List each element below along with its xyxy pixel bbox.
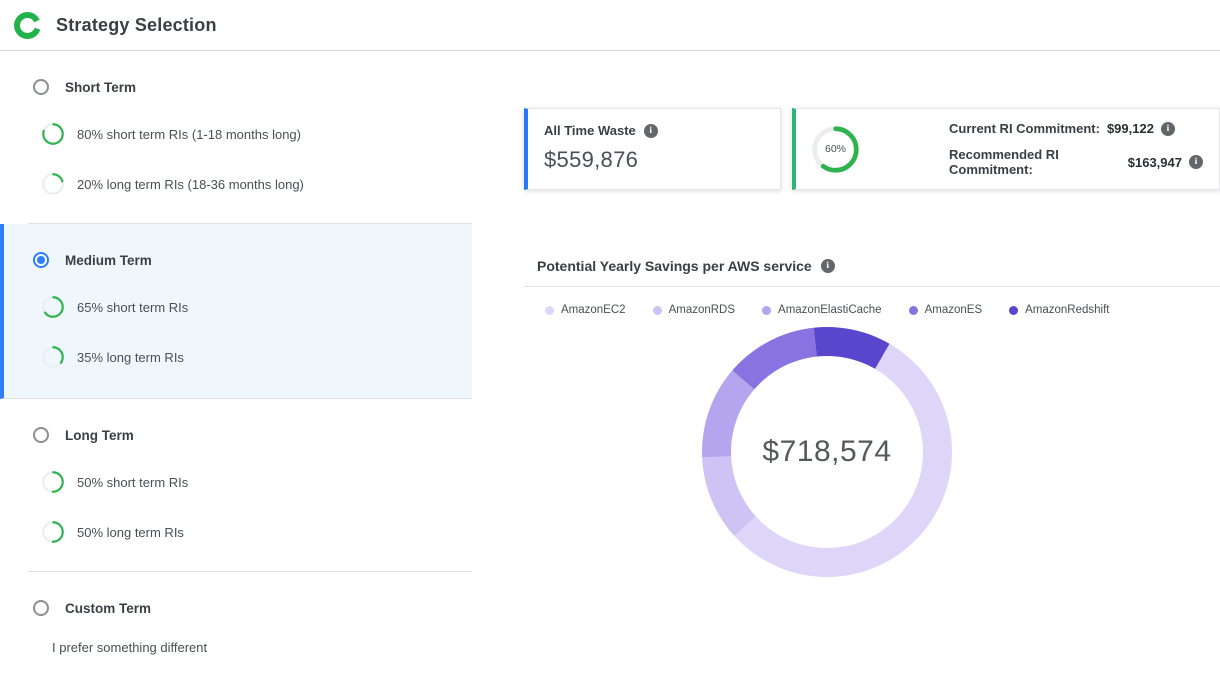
strategy-medium-term: Medium Term 65% short term RIs 35% long …	[0, 224, 472, 399]
info-icon[interactable]: i	[1161, 122, 1175, 136]
donut-center: $718,574	[731, 356, 923, 548]
strategy-short-term-option[interactable]: Short Term	[0, 79, 472, 95]
donut-total-value: $718,574	[762, 435, 891, 469]
strategy-custom-term: Custom Term I prefer something different	[0, 600, 472, 655]
progress-ring-icon	[42, 471, 64, 493]
divider	[524, 286, 1220, 287]
savings-donut-chart[interactable]: $718,574	[702, 327, 952, 577]
recommended-commitment-value: $163,947	[1128, 155, 1182, 170]
info-icon[interactable]: i	[821, 259, 835, 273]
legend-label: AmazonES	[925, 304, 983, 316]
commitment-progress-ring: 60%	[812, 126, 859, 173]
all-time-waste-card: All Time Waste i $559,876	[524, 108, 781, 190]
divider	[28, 571, 472, 572]
legend-dot	[762, 306, 771, 315]
strategy-sub-option: 35% long term RIs	[4, 346, 472, 368]
legend-dot	[545, 306, 554, 315]
legend-label: AmazonElastiCache	[778, 304, 882, 316]
legend-item-amazones[interactable]: AmazonES	[909, 304, 983, 316]
radio-long-term[interactable]	[33, 427, 49, 443]
strategy-short-term: Short Term 80% short term RIs (1-18 mont…	[0, 79, 472, 224]
radio-custom-term[interactable]	[33, 600, 49, 616]
info-icon[interactable]: i	[644, 124, 658, 138]
ring-percentage-label: 60%	[812, 126, 859, 173]
legend-item-amazonredshift[interactable]: AmazonRedshift	[1009, 304, 1109, 316]
strategy-long-term: Long Term 50% short term RIs 50% long te…	[0, 427, 472, 572]
custom-term-description: I prefer something different	[0, 640, 472, 655]
legend-item-amazonelasticache[interactable]: AmazonElastiCache	[762, 304, 882, 316]
waste-card-value: $559,876	[544, 147, 764, 173]
legend-dot	[909, 306, 918, 315]
strategy-custom-term-option[interactable]: Custom Term	[0, 600, 472, 616]
strategy-sub-option: 20% long term RIs (18-36 months long)	[0, 173, 472, 195]
recommended-commitment-label: Recommended RI Commitment:	[949, 147, 1121, 177]
legend-item-amazonec2[interactable]: AmazonEC2	[545, 304, 626, 316]
strategy-sub-option: 50% long term RIs	[0, 521, 472, 543]
waste-card-title: All Time Waste	[544, 123, 636, 138]
chart-legend: AmazonEC2 AmazonRDS AmazonElastiCache Am…	[524, 304, 1220, 316]
strategy-sub-option: 50% short term RIs	[0, 471, 472, 493]
legend-item-amazonrds[interactable]: AmazonRDS	[653, 304, 735, 316]
strategy-sub-option: 80% short term RIs (1-18 months long)	[0, 123, 472, 145]
page-title: Strategy Selection	[56, 15, 217, 36]
progress-ring-icon	[42, 296, 64, 318]
current-commitment-value: $99,122	[1107, 121, 1154, 136]
strategy-label: Custom Term	[65, 601, 151, 616]
legend-dot	[1009, 306, 1018, 315]
sub-option-label: 65% short term RIs	[77, 300, 188, 315]
progress-ring-icon	[42, 173, 64, 195]
legend-label: AmazonRedshift	[1025, 304, 1109, 316]
strategy-sub-option: 65% short term RIs	[4, 296, 472, 318]
progress-ring-icon	[42, 123, 64, 145]
sub-option-label: 35% long term RIs	[77, 350, 184, 365]
strategy-label: Medium Term	[65, 253, 152, 268]
sub-option-label: 50% long term RIs	[77, 525, 184, 540]
info-icon[interactable]: i	[1189, 155, 1203, 169]
radio-short-term[interactable]	[33, 79, 49, 95]
savings-chart-section: Potential Yearly Savings per AWS service…	[524, 245, 1220, 691]
legend-dot	[653, 306, 662, 315]
brand-logo-icon	[14, 12, 41, 39]
page-header: Strategy Selection	[0, 0, 1220, 51]
strategy-label: Long Term	[65, 428, 134, 443]
current-commitment-label: Current RI Commitment:	[949, 121, 1100, 136]
strategy-label: Short Term	[65, 80, 136, 95]
progress-ring-icon	[42, 346, 64, 368]
sub-option-label: 50% short term RIs	[77, 475, 188, 490]
strategy-medium-term-option[interactable]: Medium Term	[4, 224, 472, 268]
legend-label: AmazonEC2	[561, 304, 626, 316]
legend-label: AmazonRDS	[669, 304, 735, 316]
chart-title: Potential Yearly Savings per AWS service	[537, 258, 812, 274]
strategy-long-term-option[interactable]: Long Term	[0, 427, 472, 443]
sub-option-label: 20% long term RIs (18-36 months long)	[77, 177, 304, 192]
progress-ring-icon	[42, 521, 64, 543]
radio-medium-term[interactable]	[33, 252, 49, 268]
sub-option-label: 80% short term RIs (1-18 months long)	[77, 127, 301, 142]
ri-commitment-card: 60% Current RI Commitment: $99,122 i Rec…	[792, 108, 1220, 190]
strategy-list: Short Term 80% short term RIs (1-18 mont…	[0, 51, 472, 655]
